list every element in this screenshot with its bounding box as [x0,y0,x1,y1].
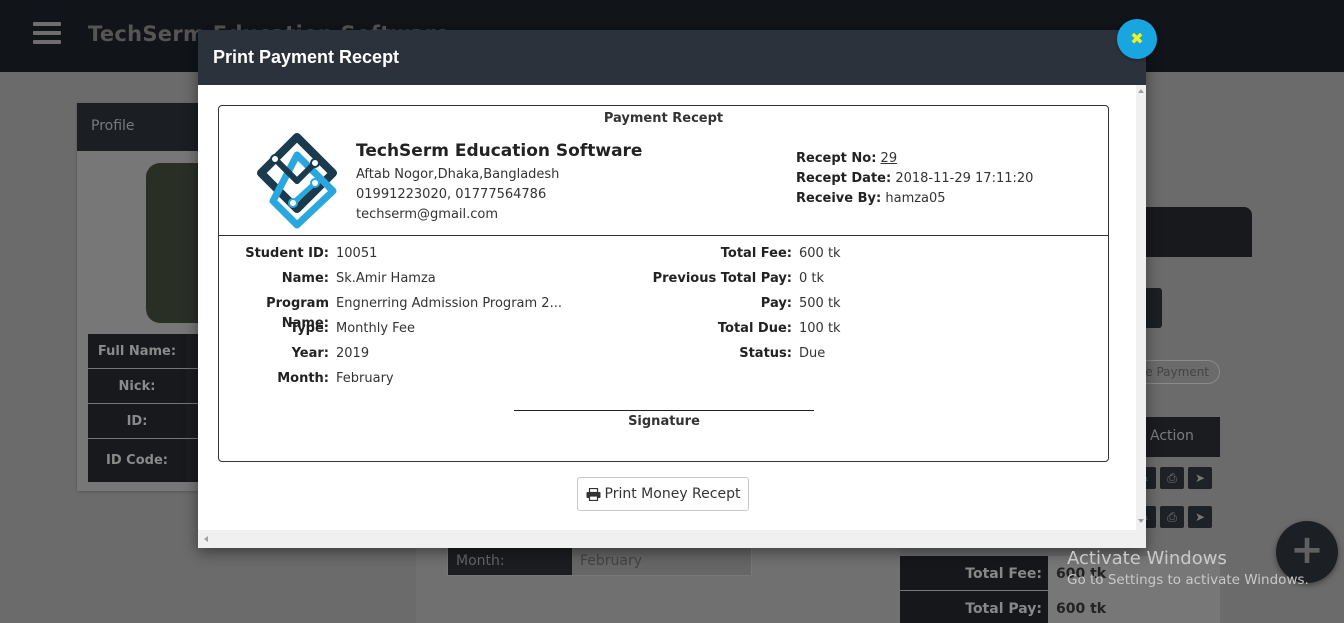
field-value: Due [799,346,826,361]
activate-windows-watermark: Activate Windows Go to Settings to activ… [1067,548,1309,588]
watermark-subtitle: Go to Settings to activate Windows. [1067,572,1309,588]
scroll-down-icon[interactable] [1138,519,1144,523]
receipt-divider [219,235,1108,236]
month-value: February [572,547,751,575]
modal-title: Print Payment Recept [198,30,1146,85]
receipt-date-value: 2018-11-29 17:11:20 [895,171,1034,186]
field-label: Total Due: [717,321,792,336]
company-email: techserm@gmail.com [356,207,499,222]
totals-label: Total Pay: [900,591,1048,623]
receipt-heading: Payment Recept [603,111,724,126]
field-value: 10051 [336,246,378,261]
received-by-value: hamza05 [885,191,946,206]
field-value: 500 tk [799,296,841,311]
month-label: Month: [448,547,572,575]
watermark-title: Activate Windows [1067,548,1227,569]
field-row: Type: Monthly Fee [219,319,562,344]
field-label: Status: [739,346,792,361]
receipt-number-link[interactable]: 29 [881,151,898,166]
field-row: Total Fee: 600 tk [599,244,841,269]
send-icon[interactable]: ➤ [1188,467,1212,489]
received-by-line: Receive By: hamza05 [796,189,1033,209]
scroll-up-icon[interactable] [1138,89,1144,93]
close-icon: ✖ [1130,29,1144,48]
company-phones: 01991223020, 01777564786 [356,187,547,202]
signature-line [514,410,814,411]
field-row: Previous Total Pay: 0 tk [599,269,841,294]
hamburger-menu-icon[interactable] [33,22,61,44]
print-money-receipt-button[interactable]: Print Money Recept [577,477,749,511]
print-icon[interactable]: ⎙ [1160,506,1184,528]
payment-receipt: Payment Recept TechSerm Education Softwa… [218,105,1109,462]
field-label: Program Name: [266,296,329,331]
print-icon[interactable]: ⎙ [1160,467,1184,489]
company-address: Aftab Nogor,Dhaka,Bangladesh [356,167,560,182]
field-row: Status: Due [599,344,841,369]
field-value: Engnerring Admission Program 2... [336,296,562,311]
field-label: Student ID: [245,246,329,261]
field-label: Previous Total Pay: [652,271,792,286]
info-label: ID Code: [88,439,186,482]
field-value: 0 tk [799,271,825,286]
field-label: Month: [277,371,329,386]
field-label: Total Fee: [720,246,792,261]
company-logo-icon [257,133,337,229]
received-by-label: Receive By: [796,191,882,206]
field-value: 100 tk [799,321,841,336]
print-button-label: Print Money Recept [604,486,741,502]
totals-row: Total Pay: 600 tk [900,591,1220,623]
info-label: Nick: [88,369,186,403]
printer-icon [586,487,601,501]
field-row: Total Due: 100 tk [599,319,841,344]
print-receipt-modal: Print Payment Recept Payment Recept Tech… [198,30,1146,548]
field-value: Sk.Amir Hamza [336,271,436,286]
field-label: Pay: [760,296,792,311]
signature-label: Signature [628,414,700,429]
field-value: 600 tk [799,246,841,261]
background-month-row: Month: February [447,546,752,576]
send-icon[interactable]: ➤ [1188,506,1212,528]
totals-label: Total Fee: [900,556,1048,590]
modal-horizontal-scrollbar[interactable] [198,530,1136,548]
modal-vertical-scrollbar[interactable] [1136,85,1146,548]
modal-close-button[interactable]: ✖ [1117,19,1157,59]
company-info: TechSerm Education Software Aftab Nogor,… [356,141,642,225]
company-name: TechSerm Education Software [356,141,643,161]
field-row: Pay: 500 tk [599,294,841,319]
receipt-date-line: Recept Date: 2018-11-29 17:11:20 [796,169,1033,189]
receipt-number-line: Recept No: 29 [796,149,1033,169]
modal-body: Payment Recept TechSerm Education Softwa… [198,85,1136,548]
payment-fields: Total Fee: 600 tk Previous Total Pay: 0 tk… [599,244,841,369]
receipt-meta: Recept No: 29 Recept Date: 2018-11-29 17… [796,149,1033,209]
scroll-left-icon[interactable] [204,536,208,542]
field-value: February [336,371,394,386]
student-fields: Student ID: 10051 Name: Sk.Amir Hamza Prog… [219,244,562,394]
totals-value: 600 tk [1048,591,1220,623]
field-label: Type: [289,321,329,336]
field-label: Year: [291,346,329,361]
field-value: 2019 [336,346,370,361]
field-label: Name: [281,271,329,286]
field-row: Month: February [219,369,562,394]
receipt-date-label: Recept Date: [796,171,892,186]
field-row: Year: 2019 [219,344,562,369]
field-row: Student ID: 10051 [219,244,562,269]
info-label: Full Name: [88,334,186,368]
receipt-number-label: Recept No: [796,151,877,166]
field-value: Monthly Fee [336,321,415,336]
field-row: Program Name: Engnerring Admission Progra… [219,294,562,331]
info-label: ID: [88,404,186,438]
field-row: Name: Sk.Amir Hamza [219,269,562,294]
